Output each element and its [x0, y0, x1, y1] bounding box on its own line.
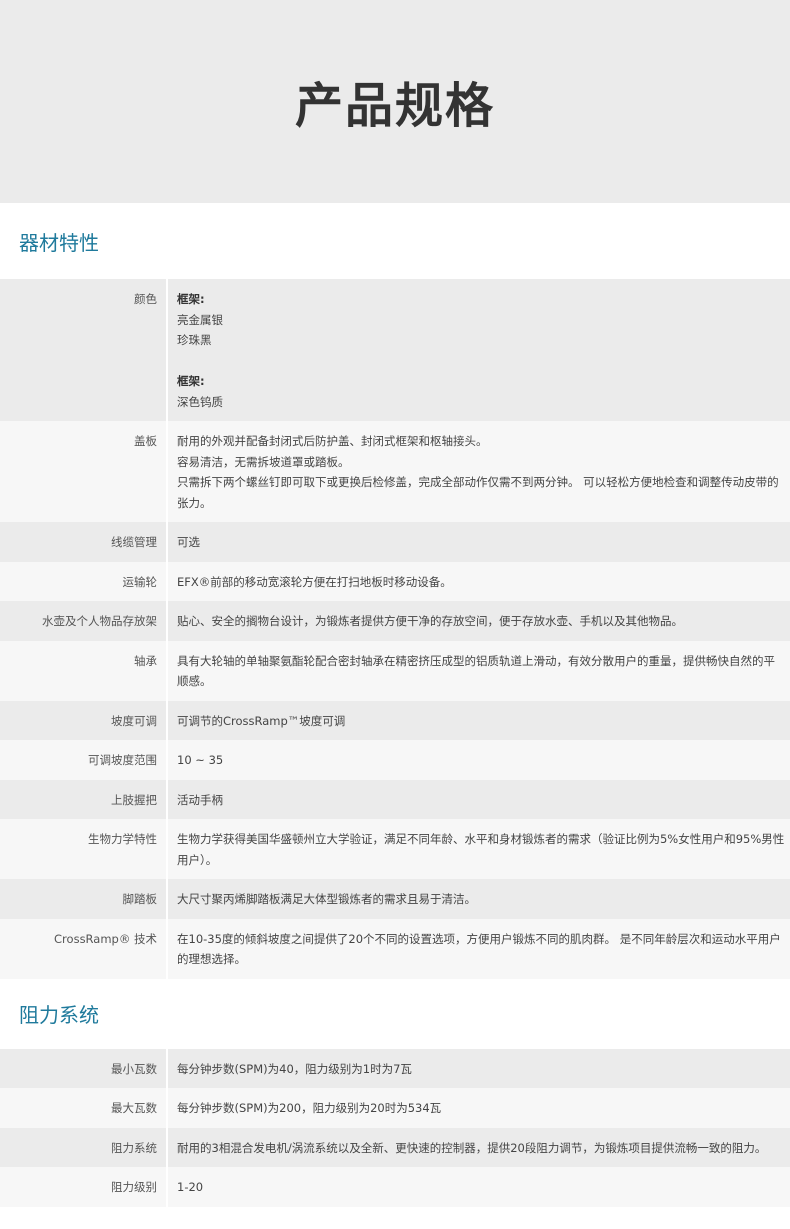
spec-value-line: 生物力学获得美国华盛顿州立大学验证，满足不同年龄、水平和身材锻炼者的需求（验证比… [177, 832, 785, 867]
spec-table: 颜色 框架: 亮金属银 珍珠黑 框架: 深色钨质 盖板 耐用的外观并配备封闭式后防护盖、封闭式… [0, 279, 790, 979]
spec-value-line: 具有大轮轴的单轴聚氨酯轮配合密封轴承在精密挤压成型的铝质轨道上滑动，有效分散用户… [177, 653, 775, 689]
hero-banner: 产品规格 [0, 0, 790, 203]
spec-label: 轴承 [0, 640, 168, 701]
spec-value: 可调节的CrossRamp™坡度可调 [167, 700, 790, 740]
spec-value-line: 活动手柄 [177, 792, 223, 807]
spec-label: 线缆管理 [0, 522, 168, 562]
spec-value: 具有大轮轴的单轴聚氨酯轮配合密封轴承在精密挤压成型的铝质轨道上滑动，有效分散用户… [167, 640, 790, 701]
spec-label: 脚踏板 [0, 879, 168, 919]
spec-label: CrossRamp® 技术 [0, 918, 168, 979]
section-title: 器材特性 [19, 230, 99, 255]
spec-value: 每分钟步数(SPM)为200，阻力级别为20时为534瓦 [167, 1088, 790, 1128]
spec-label: 阻力级别 [0, 1167, 168, 1207]
spec-value-line: 每分钟步数(SPM)为40，阻力级别为1时为7瓦 [177, 1061, 412, 1076]
spec-row: 阻力系统 耐用的3相混合发电机/涡流系统以及全新、更快速的控制器，提供20段阻力调… [0, 1127, 790, 1167]
spec-value-line: 只需拆下两个螺丝钉即可取下或更换后检修盖，完成全部动作仅需不到两分钟。 可以轻松… [177, 475, 779, 510]
spec-value-line: 亮金属银 [177, 312, 223, 327]
spec-label: 最小瓦数 [0, 1048, 168, 1088]
spec-label: 颜色 [0, 279, 168, 421]
spec-value-line: 框架: [177, 292, 205, 306]
spec-label: 最大瓦数 [0, 1088, 168, 1128]
spec-value: 活动手柄 [167, 779, 790, 819]
spec-value-line: 可调节的CrossRamp™坡度可调 [177, 713, 346, 728]
spec-value-line: 10 ~ 35 [177, 753, 224, 767]
spec-row: 坡度可调 可调节的CrossRamp™坡度可调 [0, 700, 790, 740]
spec-value-line: EFX®前部的移动宽滚轮方便在打扫地板时移动设备。 [177, 574, 452, 589]
spec-table: 最小瓦数 每分钟步数(SPM)为40，阻力级别为1时为7瓦 最大瓦数 每分钟步数(SP… [0, 1048, 790, 1207]
spec-row: 脚踏板 大尺寸聚丙烯脚踏板满足大体型锻炼者的需求且易于清洁。 [0, 879, 790, 919]
spec-value: 大尺寸聚丙烯脚踏板满足大体型锻炼者的需求且易于清洁。 [167, 879, 790, 919]
spec-label: 运输轮 [0, 561, 168, 601]
spec-row: 最小瓦数 每分钟步数(SPM)为40，阻力级别为1时为7瓦 [0, 1048, 790, 1088]
spec-row: 运输轮 EFX®前部的移动宽滚轮方便在打扫地板时移动设备。 [0, 561, 790, 601]
spec-value-line: 珍珠黑 [177, 333, 212, 347]
spec-row: 最大瓦数 每分钟步数(SPM)为200，阻力级别为20时为534瓦 [0, 1088, 790, 1128]
spec-label: 水壶及个人物品存放架 [0, 601, 168, 641]
spec-value-line: 1-20 [177, 1180, 204, 1194]
page-title: 产品规格 [294, 77, 495, 134]
spec-value-line: 在10-35度的倾斜坡度之间提供了20个不同的设置选项，方便用户锻炼不同的肌肉群… [177, 931, 781, 967]
spec-row: 轴承 具有大轮轴的单轴聚氨酯轮配合密封轴承在精密挤压成型的铝质轨道上滑动，有效分散… [0, 640, 790, 701]
spec-row: 阻力级别 1-20 [0, 1167, 790, 1207]
spec-value: 框架: 亮金属银 珍珠黑 框架: 深色钨质 [167, 279, 790, 421]
spec-row: CrossRamp® 技术 在10-35度的倾斜坡度之间提供了20个不同的设置选项… [0, 918, 790, 979]
spec-label: 盖板 [0, 421, 168, 522]
spec-row: 水壶及个人物品存放架 贴心、安全的搁物台设计，为锻炼者提供方便干净的存放空间，便于… [0, 601, 790, 641]
spec-row: 生物力学特性 生物力学获得美国华盛顿州立大学验证，满足不同年龄、水平和身材锻炼者的… [0, 819, 790, 879]
spec-value: 在10-35度的倾斜坡度之间提供了20个不同的设置选项，方便用户锻炼不同的肌肉群… [167, 918, 790, 979]
spec-row: 可调坡度范围 10 ~ 35 [0, 740, 790, 780]
spec-label: 阻力系统 [0, 1127, 168, 1167]
spec-value-line: 可选 [177, 535, 200, 549]
spec-label: 可调坡度范围 [0, 740, 168, 780]
spec-value-line: 每分钟步数(SPM)为200，阻力级别为20时为534瓦 [177, 1101, 442, 1115]
spec-row: 线缆管理 可选 [0, 522, 790, 562]
spec-value-line: 贴心、安全的搁物台设计，为锻炼者提供方便干净的存放空间，便于存放水壶、手机以及其… [177, 614, 683, 628]
spec-value: 1-20 [167, 1167, 790, 1207]
spec-value: EFX®前部的移动宽滚轮方便在打扫地板时移动设备。 [167, 561, 790, 601]
spec-sections: 器材特性 颜色 框架: 亮金属银 珍珠黑 框架: 深色钨质 盖板 耐用的外观并配备封闭式后防护盖… [0, 203, 790, 1207]
spec-row: 上肢握把 活动手柄 [0, 779, 790, 819]
spec-value: 10 ~ 35 [167, 740, 790, 780]
spec-value: 可选 [167, 522, 790, 562]
spec-value-line: 容易清洁，无需拆坡道罩或踏板。 [177, 454, 350, 469]
spec-label: 坡度可调 [0, 700, 168, 740]
spec-value-line: 大尺寸聚丙烯脚踏板满足大体型锻炼者的需求且易于清洁。 [177, 892, 476, 906]
spec-value: 生物力学获得美国华盛顿州立大学验证，满足不同年龄、水平和身材锻炼者的需求（验证比… [167, 819, 790, 879]
spec-value-line: 框架: [177, 374, 205, 388]
spec-value-line [177, 351, 786, 372]
spec-value: 耐用的外观并配备封闭式后防护盖、封闭式框架和枢轴接头。 容易清洁，无需拆坡道罩或踏… [167, 421, 790, 522]
spec-row: 盖板 耐用的外观并配备封闭式后防护盖、封闭式框架和枢轴接头。 容易清洁，无需拆坡道罩… [0, 421, 790, 522]
spec-label: 生物力学特性 [0, 819, 168, 879]
spec-value-line: 耐用的3相混合发电机/涡流系统以及全新、更快速的控制器，提供20段阻力调节，为锻… [177, 1140, 767, 1155]
spec-label: 上肢握把 [0, 779, 168, 819]
spec-value-line: 耐用的外观并配备封闭式后防护盖、封闭式框架和枢轴接头。 [177, 434, 488, 448]
spec-value: 每分钟步数(SPM)为40，阻力级别为1时为7瓦 [167, 1048, 790, 1088]
spec-row: 颜色 框架: 亮金属银 珍珠黑 框架: 深色钨质 [0, 279, 790, 421]
section-title: 阻力系统 [19, 1003, 99, 1027]
spec-value-line: 深色钨质 [177, 394, 223, 409]
spec-value: 贴心、安全的搁物台设计，为锻炼者提供方便干净的存放空间，便于存放水壶、手机以及其… [167, 601, 790, 641]
spec-value: 耐用的3相混合发电机/涡流系统以及全新、更快速的控制器，提供20段阻力调节，为锻… [167, 1127, 790, 1167]
